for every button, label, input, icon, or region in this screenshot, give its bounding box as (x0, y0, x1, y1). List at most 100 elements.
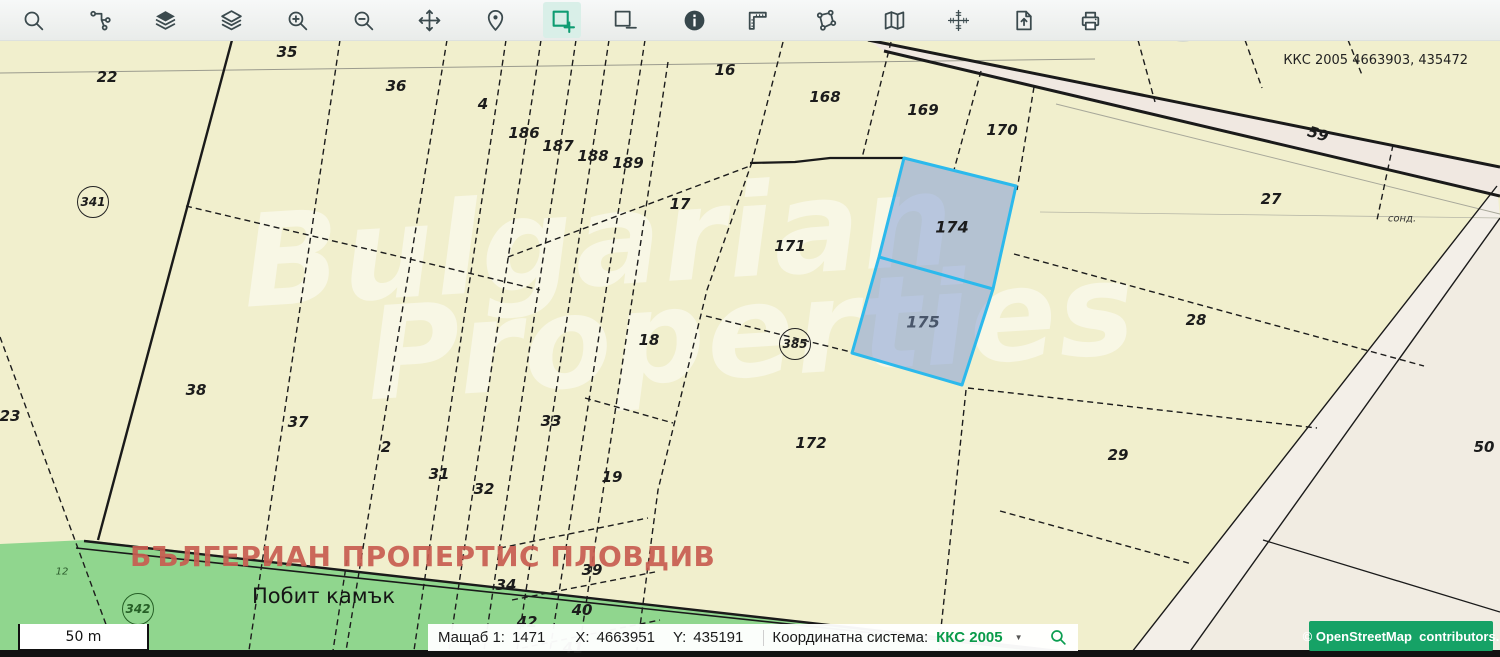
info-tool[interactable] (675, 2, 713, 38)
parcel-label-17: 17 (670, 195, 691, 213)
pan-icon (417, 8, 442, 33)
parcel-label-188: 188 (577, 147, 608, 165)
parcel-label-172: 172 (795, 434, 826, 452)
measure-area-icon (813, 8, 838, 33)
map-note-label: сонд. (1388, 214, 1416, 225)
status-search-button[interactable] (1049, 628, 1068, 647)
folded-map-icon (882, 8, 907, 33)
measure-distance-icon (745, 8, 770, 33)
deselect-area-tool[interactable] (605, 2, 643, 38)
parcel-label-59: 59 (1305, 122, 1330, 145)
map-bottom-border (0, 650, 1500, 657)
zoom-out-tool[interactable] (344, 2, 382, 38)
toolbar (0, 0, 1500, 41)
y-coordinate-label: Y: (673, 629, 686, 646)
parcel-label-2: 2 (381, 438, 391, 456)
map-scale-label: Мащаб 1: (438, 629, 505, 646)
export-tool[interactable] (1004, 2, 1042, 38)
parcel-label-187: 187 (542, 137, 573, 155)
parcel-label-186: 186 (508, 124, 539, 142)
scale-bar-label: 50 m (66, 629, 102, 645)
zoom-in-icon (285, 8, 310, 33)
parcel-label-40: 40 (572, 601, 593, 619)
parcel-label-38: 38 (186, 381, 207, 399)
parcel-label-29: 29 (1108, 446, 1129, 464)
layer-stack-tool[interactable] (212, 2, 250, 38)
parcel-label-34: 34 (496, 576, 517, 594)
circled-parcel-label-385: 385 (779, 328, 811, 360)
layers-tool[interactable] (146, 2, 184, 38)
map-extent-tool[interactable] (875, 2, 913, 38)
locate-tool[interactable] (476, 2, 514, 38)
parcel-label-169: 169 (907, 101, 938, 119)
parcel-label-35: 35 (277, 43, 298, 61)
layers-filled-icon (153, 8, 178, 33)
agency-watermark: БЪЛГЕРИАН ПРОПЕРТИС ПЛОВДИВ (130, 540, 715, 573)
osm-attribution-text: © OpenStreetMap contributors. (1303, 629, 1500, 644)
x-coordinate-label: X: (575, 629, 589, 646)
map-scale-value[interactable]: 1471 (512, 629, 545, 646)
parcel-label-28: 28 (1186, 311, 1207, 329)
parcel-label-12: 12 (56, 567, 69, 578)
search-icon (1049, 628, 1068, 647)
search-tool[interactable] (14, 2, 52, 38)
status-bar: Мащаб 1: 1471 X: 4663951 Y: 435191 Коорд… (428, 624, 1078, 651)
print-icon (1078, 8, 1103, 33)
parcel-label-36: 36 (386, 77, 407, 95)
layers-outline-icon (219, 8, 244, 33)
status-divider (763, 630, 764, 646)
crs-label: Координатна система: (772, 629, 928, 646)
circled-parcel-label-341: 341 (77, 186, 109, 218)
route-tool[interactable] (81, 2, 119, 38)
zoom-in-tool[interactable] (278, 2, 316, 38)
crs-value[interactable]: ККС 2005 (936, 629, 1002, 646)
route-icon (88, 8, 113, 33)
parcel-label-18: 18 (639, 331, 660, 349)
osm-attribution[interactable]: © OpenStreetMap contributors. (1309, 621, 1493, 651)
y-coordinate-value: 435191 (693, 629, 743, 646)
parcel-label-27: 27 (1261, 190, 1282, 208)
parcel-label-33: 33 (541, 412, 562, 430)
info-icon (682, 8, 707, 33)
parcel-label-16: 16 (715, 61, 736, 79)
measure-distance-tool[interactable] (738, 2, 776, 38)
zoom-out-icon (351, 8, 376, 33)
selected-parcel-divider (879, 257, 993, 289)
x-coordinate-value: 4663951 (597, 629, 655, 646)
deselect-area-icon (612, 8, 637, 33)
coordinates-tool[interactable] (939, 2, 977, 38)
select-area-tool[interactable] (543, 2, 581, 38)
parcel-label-22: 22 (97, 68, 118, 86)
parcel-label-37: 37 (288, 413, 309, 431)
map-corner-coordinates: ККС 2005 4663903, 435472 (1283, 53, 1468, 68)
chevron-down-icon[interactable]: ▼ (1015, 633, 1023, 642)
parcel-label-23: 23 (0, 407, 20, 425)
parcel-label-31: 31 (429, 465, 450, 483)
parcel-label-175: 175 (906, 313, 939, 332)
parcel-label-4: 4 (478, 95, 488, 113)
parcel-label-32: 32 (474, 480, 495, 498)
parcel-label-19: 19 (602, 468, 623, 486)
axes-icon (946, 8, 971, 33)
parcel-label-50: 50 (1474, 438, 1495, 456)
selected-parcels-highlight[interactable] (852, 158, 1016, 385)
brand-watermark-line1: Bulgarian (240, 147, 1344, 314)
parcel-label-170: 170 (986, 121, 1017, 139)
print-tool[interactable] (1071, 2, 1109, 38)
measure-area-tool[interactable] (806, 2, 844, 38)
export-icon (1011, 8, 1036, 33)
parcel-label-168: 168 (809, 88, 840, 106)
brand-watermark-line2: Properties (364, 246, 1350, 406)
scale-bar: 50 m (18, 624, 149, 651)
selected-parcel-174-175[interactable] (852, 158, 1016, 385)
search-icon (21, 8, 46, 33)
pan-tool[interactable] (410, 2, 448, 38)
parcel-label-171: 171 (774, 237, 805, 255)
parcel-label-174: 174 (935, 218, 968, 237)
circled-parcel-label-342: 342 (122, 593, 154, 625)
location-pin-icon (483, 8, 508, 33)
map-application: Bulgarian Properties (0, 0, 1500, 657)
place-name-label: Побит камък (252, 584, 395, 608)
brand-watermark: Bulgarian Properties (240, 147, 1356, 514)
select-area-icon (550, 8, 575, 33)
